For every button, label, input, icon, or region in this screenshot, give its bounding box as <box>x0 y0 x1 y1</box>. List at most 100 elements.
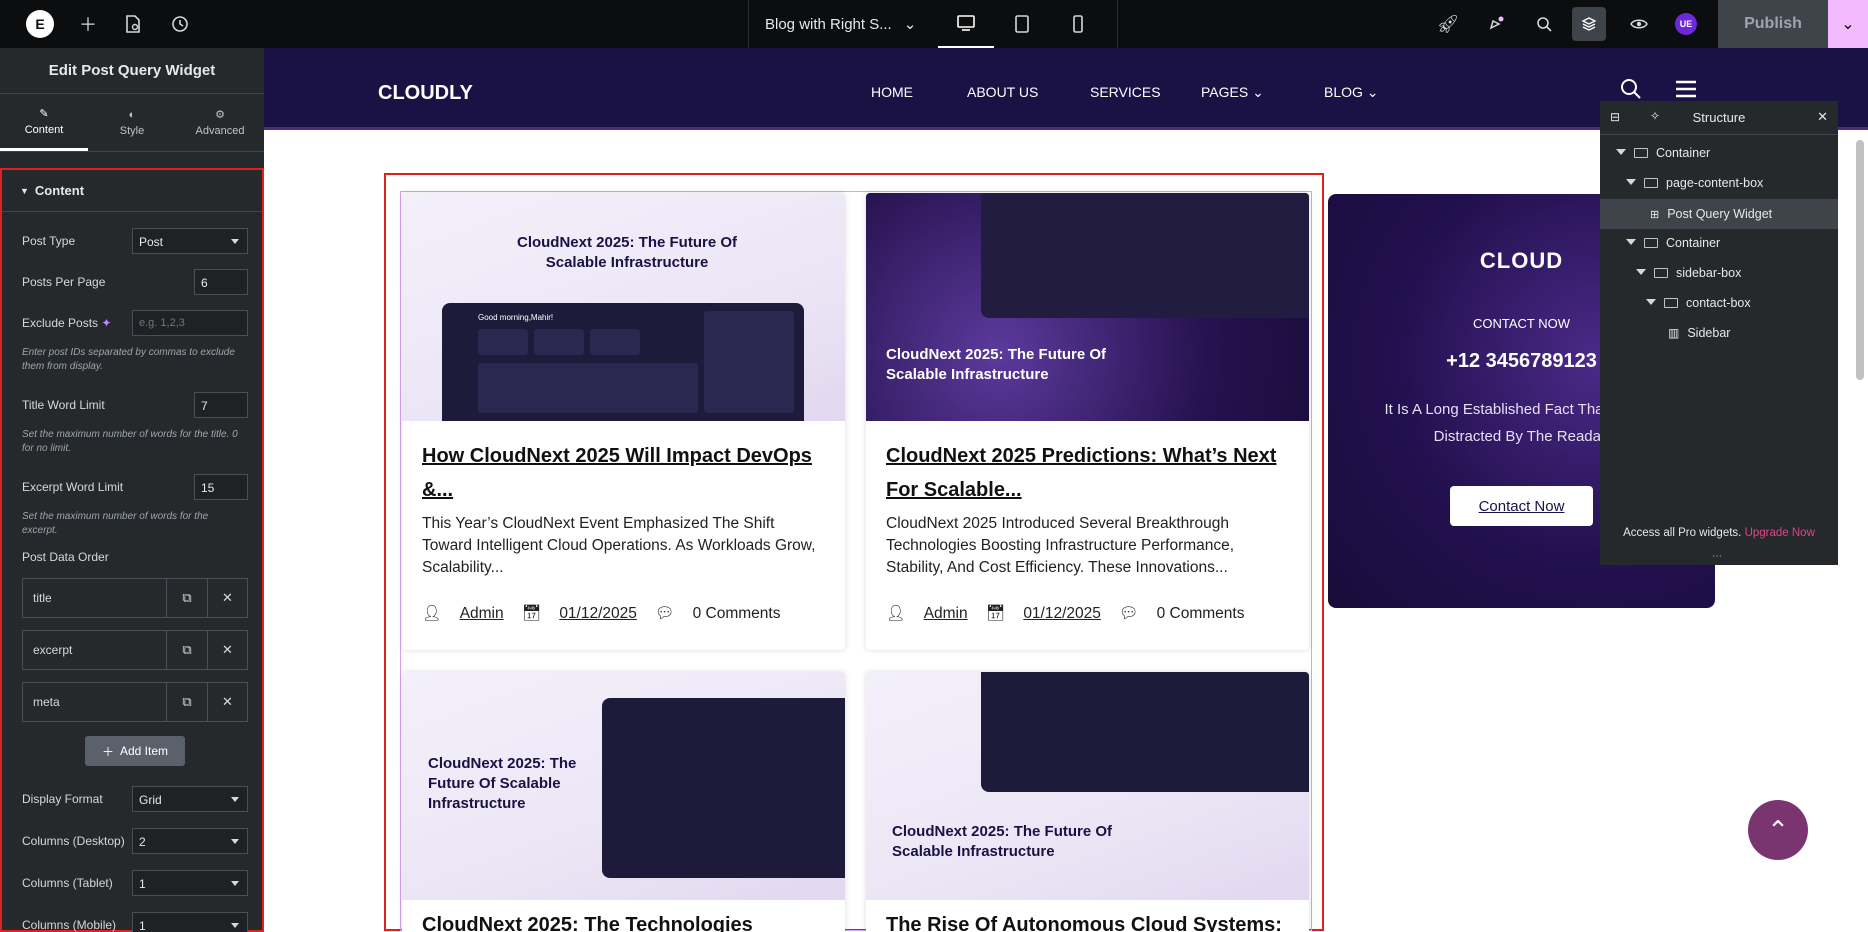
notifications-icon[interactable] <box>1476 0 1516 48</box>
panel-tabs: ✎ Content ◐ Style ⚙ Advanced <box>0 94 264 152</box>
display-format-select[interactable]: Grid <box>132 786 248 812</box>
section-header[interactable]: ▼ Content <box>2 170 262 212</box>
post-card[interactable]: CloudNext 2025: The Future Of Scalable I… <box>402 672 845 932</box>
post-title-link[interactable]: CloudNext 2025 Predictions: What’s Next … <box>886 439 1286 507</box>
scroll-to-top-button[interactable]: ⌃ <box>1748 800 1808 860</box>
post-type-select[interactable]: Post <box>132 228 248 254</box>
structure-item[interactable]: sidebar-box <box>1600 259 1838 287</box>
collapse-all-icon[interactable]: ⊟ <box>1610 110 1620 124</box>
excerpt-word-limit-input[interactable]: 15 <box>194 474 248 500</box>
columns-tablet-select[interactable]: 1 <box>132 870 248 896</box>
structure-header: ⊟ ✧ Structure ✕ <box>1600 101 1838 135</box>
gear-icon: ⚙ <box>215 109 225 121</box>
caret-down-icon[interactable] <box>1636 269 1646 277</box>
nav-about[interactable]: ABOUT US <box>967 84 1038 100</box>
post-card[interactable]: CloudNext 2025: The Future Of Scalable I… <box>402 193 845 650</box>
duplicate-icon[interactable]: ⧉ <box>167 631 207 669</box>
posts-per-page-input[interactable]: 6 <box>194 269 248 295</box>
columns-desktop-select[interactable]: 2 <box>132 828 248 854</box>
hamburger-menu-icon[interactable] <box>1674 80 1698 103</box>
post-thumbnail[interactable]: CloudNext 2025: The Future Of Scalable I… <box>402 672 845 900</box>
add-element-icon[interactable]: ＋ <box>68 0 108 48</box>
resize-handle-icon[interactable]: ⋯ <box>1712 551 1722 562</box>
post-card[interactable]: CloudNext 2025: The Future Of Scalable I… <box>866 193 1309 650</box>
remove-icon[interactable]: ✕ <box>207 579 247 617</box>
order-item-excerpt[interactable]: excerpt ⧉ ✕ <box>22 630 248 670</box>
elementor-logo-icon[interactable]: E <box>26 10 54 38</box>
upgrade-now-link[interactable]: Upgrade Now <box>1745 527 1815 539</box>
structure-item[interactable]: page-content-box <box>1600 169 1838 197</box>
tablet-view-icon[interactable] <box>994 0 1050 48</box>
structure-item-selected[interactable]: ⊞ Post Query Widget <box>1600 199 1838 229</box>
mobile-view-icon[interactable] <box>1050 0 1106 48</box>
user-avatar[interactable]: UE <box>1666 0 1706 48</box>
remove-icon[interactable]: ✕ <box>207 683 247 721</box>
structure-item[interactable]: ▥ Sidebar <box>1600 319 1838 347</box>
tab-style[interactable]: ◐ Style <box>88 94 176 151</box>
order-item-label: meta <box>23 683 167 721</box>
grid-icon: ⊞ <box>1650 208 1660 221</box>
caret-down-icon[interactable] <box>1616 149 1626 157</box>
post-author-link[interactable]: Admin <box>460 605 504 623</box>
structure-layers-icon[interactable] <box>1572 7 1606 41</box>
comments-icon: 💬︎ <box>1118 605 1139 622</box>
dashboard-mockup <box>981 672 1309 792</box>
caret-down-icon[interactable] <box>1626 179 1636 187</box>
nav-home[interactable]: HOME <box>871 84 913 100</box>
structure-panel: ⊟ ✧ Structure ✕ Container page-content-b… <box>1600 101 1838 565</box>
exclude-posts-input[interactable]: e.g. 1,2,3 <box>132 310 248 336</box>
nav-blog[interactable]: BLOG ⌄ <box>1324 84 1379 101</box>
title-word-limit-input[interactable]: 7 <box>194 392 248 418</box>
comments-icon: 💬︎ <box>654 605 675 622</box>
magic-icon[interactable]: ✧ <box>1650 109 1660 123</box>
preview-eye-icon[interactable] <box>1619 0 1659 48</box>
publish-options-chevron-icon[interactable]: ⌄ <box>1828 0 1868 48</box>
order-item-meta[interactable]: meta ⧉ ✕ <box>22 682 248 722</box>
nav-services[interactable]: SERVICES <box>1090 84 1161 100</box>
publish-button[interactable]: Publish <box>1718 0 1828 48</box>
post-date-link[interactable]: 01/12/2025 <box>559 605 637 623</box>
container-icon <box>1654 268 1668 278</box>
structure-item[interactable]: Container <box>1600 229 1838 257</box>
page-settings-icon[interactable] <box>113 0 153 48</box>
dashboard-mockup: Good morning,Mahir! <box>442 303 804 421</box>
history-icon[interactable] <box>160 0 200 48</box>
structure-item[interactable]: contact-box <box>1600 289 1838 317</box>
user-badge: UE <box>1675 13 1697 35</box>
post-thumbnail[interactable]: CloudNext 2025: The Future Of Scalable I… <box>402 193 845 421</box>
post-author-link[interactable]: Admin <box>924 605 968 623</box>
post-thumbnail[interactable]: CloudNext 2025: The Future Of Scalable I… <box>866 672 1309 900</box>
tab-advanced[interactable]: ⚙ Advanced <box>176 94 264 151</box>
search-icon[interactable] <box>1524 0 1564 48</box>
order-item-title[interactable]: title ⧉ ✕ <box>22 578 248 618</box>
tab-content[interactable]: ✎ Content <box>0 94 88 151</box>
ai-sparkle-icon[interactable]: ✦ <box>101 316 111 330</box>
post-excerpt: This Year’s CloudNext Event Emphasized T… <box>422 515 816 576</box>
remove-icon[interactable]: ✕ <box>207 631 247 669</box>
duplicate-icon[interactable]: ⧉ <box>167 683 207 721</box>
chevron-down-icon: ⌄ <box>1366 84 1379 100</box>
desktop-view-icon[interactable] <box>938 0 994 48</box>
post-title-link[interactable]: CloudNext 2025: The Technologies Driving <box>422 908 822 932</box>
sidebar-icon: ▥ <box>1668 326 1680 340</box>
columns-mobile-select[interactable]: 1 <box>132 912 248 932</box>
nav-pages[interactable]: PAGES ⌄ <box>1201 84 1264 101</box>
duplicate-icon[interactable]: ⧉ <box>167 579 207 617</box>
structure-item[interactable]: Container <box>1600 139 1838 167</box>
contact-now-button[interactable]: Contact Now <box>1450 486 1593 526</box>
caret-down-icon[interactable] <box>1626 239 1636 247</box>
document-title: Blog with Right S... <box>765 15 892 33</box>
add-item-button[interactable]: ＋ Add Item <box>85 736 185 766</box>
caret-down-icon[interactable] <box>1646 299 1656 307</box>
site-brand[interactable]: CLOUDLY <box>378 82 473 105</box>
rocket-icon[interactable]: 🚀︎ <box>1428 0 1468 48</box>
close-icon[interactable]: ✕ <box>1817 109 1828 125</box>
post-date-link[interactable]: 01/12/2025 <box>1023 605 1101 623</box>
post-thumbnail[interactable]: CloudNext 2025: The Future Of Scalable I… <box>866 193 1309 421</box>
post-card[interactable]: CloudNext 2025: The Future Of Scalable I… <box>866 672 1309 932</box>
post-title-link[interactable]: The Rise Of Autonomous Cloud Systems: <box>886 908 1286 932</box>
post-title-link[interactable]: How CloudNext 2025 Will Impact DevOps &.… <box>422 439 822 507</box>
page-scrollbar[interactable] <box>1856 140 1864 380</box>
structure-item-label: Container <box>1666 236 1721 250</box>
post-data-order-label: Post Data Order <box>22 550 109 564</box>
